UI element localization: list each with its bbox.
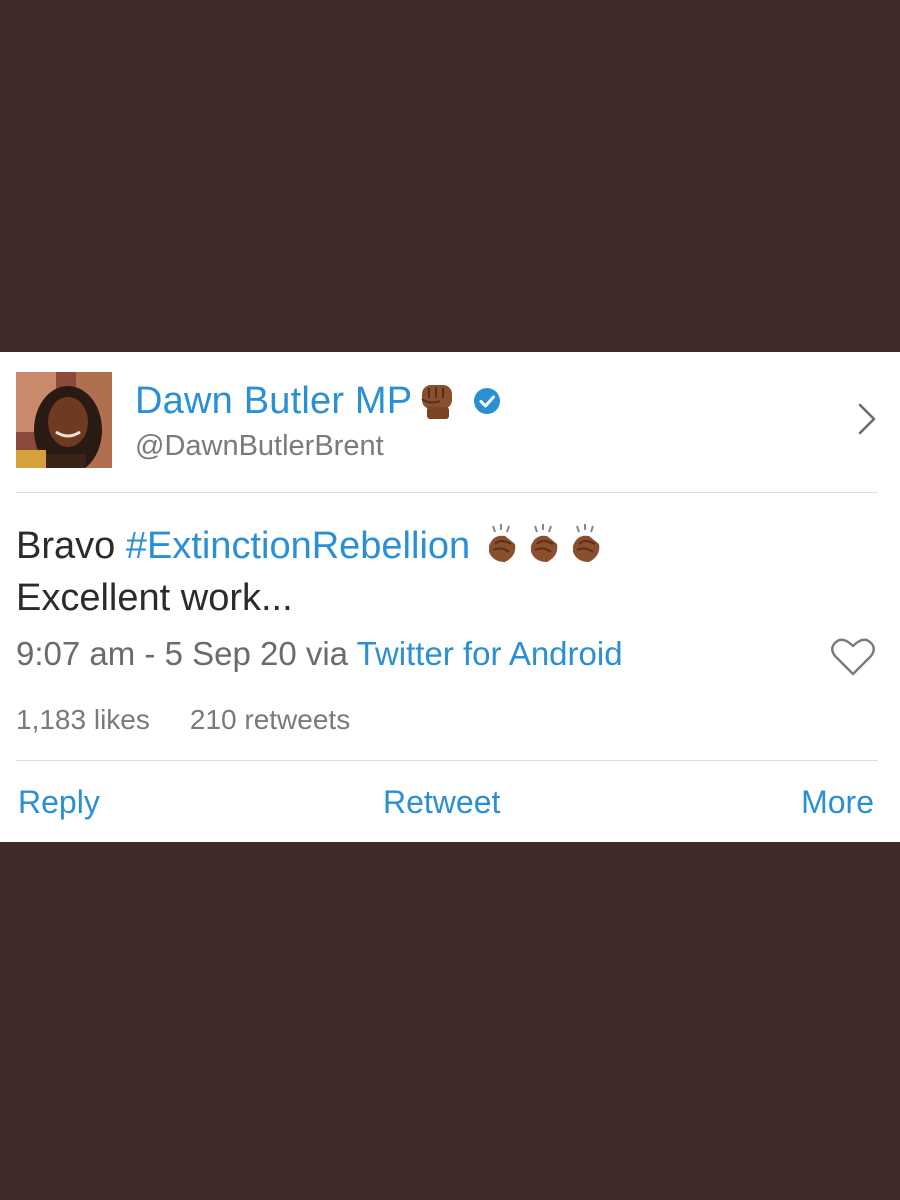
avatar[interactable] — [16, 372, 112, 468]
source-app-link[interactable]: Twitter for Android — [357, 635, 623, 672]
reply-button[interactable]: Reply — [18, 784, 100, 821]
clapping-hands-icon — [525, 522, 565, 566]
heart-icon[interactable] — [830, 637, 876, 677]
tweet-text-prefix: Bravo — [16, 525, 126, 567]
name-row: Dawn Butler MP — [135, 376, 502, 426]
verified-badge-icon — [472, 386, 502, 416]
header-divider — [16, 492, 878, 493]
tweet-text: Bravo #ExtinctionRebellion Excellent wor… — [16, 520, 876, 624]
tweet-stats: 1,183 likes 210 retweets — [16, 704, 350, 736]
tweet-card: Dawn Butler MP @DawnButlerBrent Bravo #E… — [0, 352, 900, 842]
display-name[interactable]: Dawn Butler MP — [135, 380, 412, 423]
actions-divider — [16, 760, 878, 761]
tweet-timestamp: 9:07 am - 5 Sep 20 via — [16, 635, 357, 672]
raised-fist-icon — [414, 379, 458, 423]
clapping-hands-icon — [567, 522, 607, 566]
retweets-count[interactable]: 210 retweets — [190, 704, 350, 735]
more-button[interactable]: More — [801, 784, 874, 821]
tweet-text-line2: Excellent work... — [16, 577, 293, 619]
hashtag-link[interactable]: #ExtinctionRebellion — [126, 525, 470, 567]
clapping-hands-icon — [483, 522, 523, 566]
tweet-meta: 9:07 am - 5 Sep 20 via Twitter for Andro… — [16, 635, 623, 673]
chevron-right-icon[interactable] — [855, 402, 879, 436]
likes-count[interactable]: 1,183 likes — [16, 704, 150, 735]
user-handle[interactable]: @DawnButlerBrent — [135, 430, 384, 463]
avatar-photo — [16, 372, 112, 468]
retweet-button[interactable]: Retweet — [383, 784, 500, 821]
